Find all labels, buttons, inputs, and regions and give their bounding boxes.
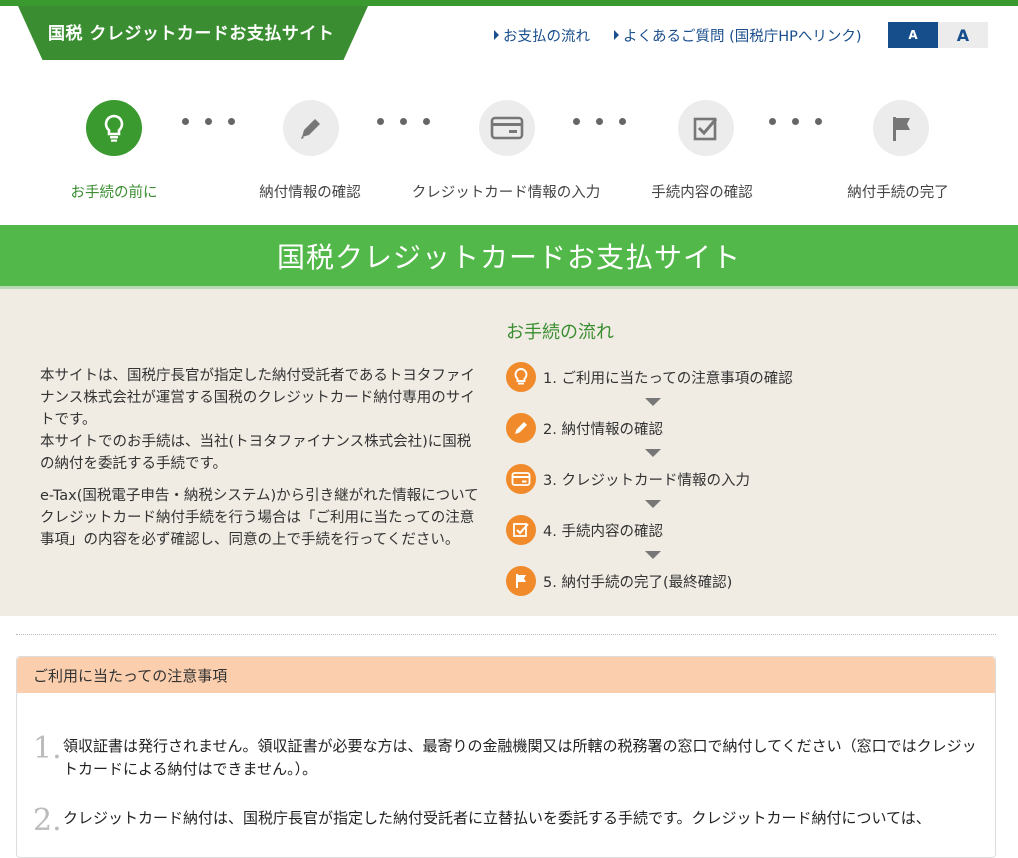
notice-panel: ご利用に当たっての注意事項 1. 領収証書は発行されません。領収証書が必要な方は… xyxy=(16,656,996,858)
flow-item-label: 4. 手続内容の確認 xyxy=(543,523,663,540)
step-connector-dots xyxy=(182,118,235,125)
arrow-down-icon xyxy=(645,398,661,406)
flow-item-label: 3. クレジットカード情報の入力 xyxy=(543,472,750,489)
arrow-down-icon xyxy=(645,551,661,559)
intro-paragraph-1a: 本サイトは、国税庁長官が指定した納付受託者であるトヨタファイナンス株式会社が運営… xyxy=(40,368,475,428)
payment-flow-link[interactable]: お支払の流れ xyxy=(494,25,590,46)
notice-number: 2. xyxy=(33,803,62,838)
flow-item-label: 1. ご利用に当たっての注意事項の確認 xyxy=(543,370,793,387)
checkbox-icon xyxy=(506,515,536,545)
flow-title: お手続の流れ xyxy=(506,322,614,343)
flow-item-label: 5. 納付手続の完了(最終確認) xyxy=(543,574,733,591)
step-label-confirm-payment: 納付情報の確認 xyxy=(259,185,361,201)
lightbulb-icon xyxy=(506,362,536,392)
step-2-pencil-icon xyxy=(283,100,339,156)
step-4-checkbox-icon xyxy=(678,100,734,156)
flow-item-2: 2. 納付情報の確認 xyxy=(506,413,663,443)
step-3-credit-card-icon xyxy=(479,100,535,156)
font-size-large-button[interactable]: A xyxy=(938,22,988,48)
step-5-flag-icon xyxy=(873,100,929,156)
step-label-before: お手続の前に xyxy=(70,185,158,201)
notice-item-2: 2. クレジットカード納付は、国税庁長官が指定した納付受託者に立替払いを委託する… xyxy=(33,803,983,838)
credit-card-icon xyxy=(506,464,536,494)
flow-item-1: 1. ご利用に当たっての注意事項の確認 xyxy=(506,362,793,392)
intro-paragraph-1b: 本サイトでのお手続は、当社(トヨタファイナンス株式会社)に国税の納付を委託する手… xyxy=(40,434,472,472)
pencil-icon xyxy=(506,413,536,443)
step-label-complete: 納付手続の完了 xyxy=(847,185,949,201)
top-accent-bar xyxy=(0,0,1018,6)
notice-text: 領収証書は発行されません。領収証書が必要な方は、最寄りの金融機関又は所轄の税務署… xyxy=(63,737,977,778)
header-links: お支払の流れ よくあるご質問 (国税庁HPへリンク) xyxy=(494,25,862,46)
site-logo-text: 国税 クレジットカードお支払サイト xyxy=(48,24,335,44)
flow-item-label: 2. 納付情報の確認 xyxy=(543,421,663,438)
faq-link[interactable]: よくあるご質問 (国税庁HPへリンク) xyxy=(614,25,862,46)
font-size-small-button[interactable]: A xyxy=(888,22,938,48)
flow-item-5: 5. 納付手続の完了(最終確認) xyxy=(506,566,732,596)
page-title-banner: 国税クレジットカードお支払サイト xyxy=(0,225,1018,289)
arrow-down-icon xyxy=(645,449,661,457)
notice-title: ご利用に当たっての注意事項 xyxy=(17,657,995,693)
step-label-card-input: クレジットカード情報の入力 xyxy=(411,185,601,201)
intro-paragraph-2: e-Tax(国税電子申告・納税システム)から引き継がれた情報についてクレジットカ… xyxy=(40,488,479,548)
step-connector-dots xyxy=(377,118,430,125)
intro-section: 本サイトは、国税庁長官が指定した納付受託者であるトヨタファイナンス株式会社が運営… xyxy=(0,289,1018,616)
step-connector-dots xyxy=(769,118,822,125)
flag-icon xyxy=(506,566,536,596)
step-connector-dots xyxy=(573,118,626,125)
divider xyxy=(16,634,996,635)
notice-text: クレジットカード納付は、国税庁長官が指定した納付受託者に立替払いを委託する手続で… xyxy=(63,809,931,827)
step-label-confirm-details: 手続内容の確認 xyxy=(651,185,753,201)
step-1-lightbulb-icon xyxy=(86,100,142,156)
notice-item-1: 1. 領収証書は発行されません。領収証書が必要な方は、最寄りの金融機関又は所轄の… xyxy=(33,731,983,781)
flow-item-4: 4. 手続内容の確認 xyxy=(506,515,663,545)
intro-text: 本サイトは、国税庁長官が指定した納付受託者であるトヨタファイナンス株式会社が運営… xyxy=(40,365,480,561)
flow-item-3: 3. クレジットカード情報の入力 xyxy=(506,464,750,494)
notice-number: 1. xyxy=(33,731,62,766)
arrow-down-icon xyxy=(645,500,661,508)
